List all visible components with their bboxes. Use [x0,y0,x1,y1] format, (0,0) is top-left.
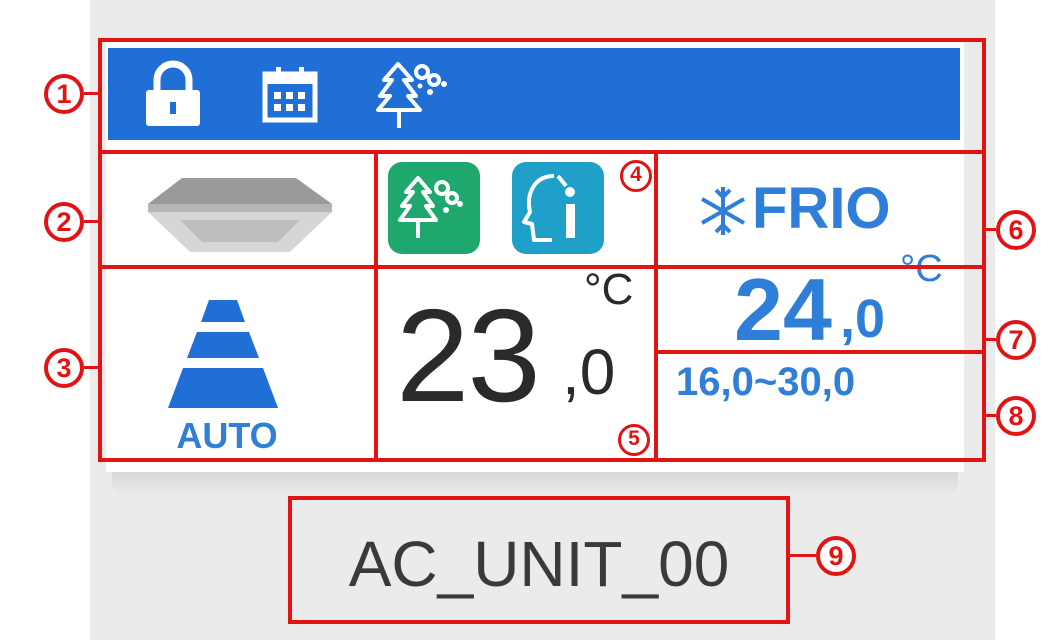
callout-8: 8 [996,396,1036,436]
callout-1: 1 [44,74,84,114]
callout-9: 9 [816,536,856,576]
annotation-divider-3 [374,150,378,462]
leader-line-2 [84,220,100,223]
callout-6: 6 [996,210,1036,250]
callout-7: 7 [996,320,1036,360]
annotation-unit-name-box [288,496,790,624]
annotation-divider-4 [654,150,658,462]
leader-line-6 [984,228,996,231]
annotation-card-outline [98,38,986,462]
card-shadow [112,468,958,496]
annotation-divider-5 [654,350,986,354]
callout-4: 4 [620,160,652,192]
callout-5: 5 [618,424,650,456]
leader-line-8 [984,414,996,417]
leader-line-3 [84,366,100,369]
annotation-divider-2 [98,265,986,269]
leader-line-7 [984,338,996,341]
callout-2: 2 [44,202,84,242]
callout-3: 3 [44,348,84,388]
annotation-divider-1 [98,150,986,154]
leader-line-1 [84,92,100,95]
leader-line-9 [788,554,816,557]
